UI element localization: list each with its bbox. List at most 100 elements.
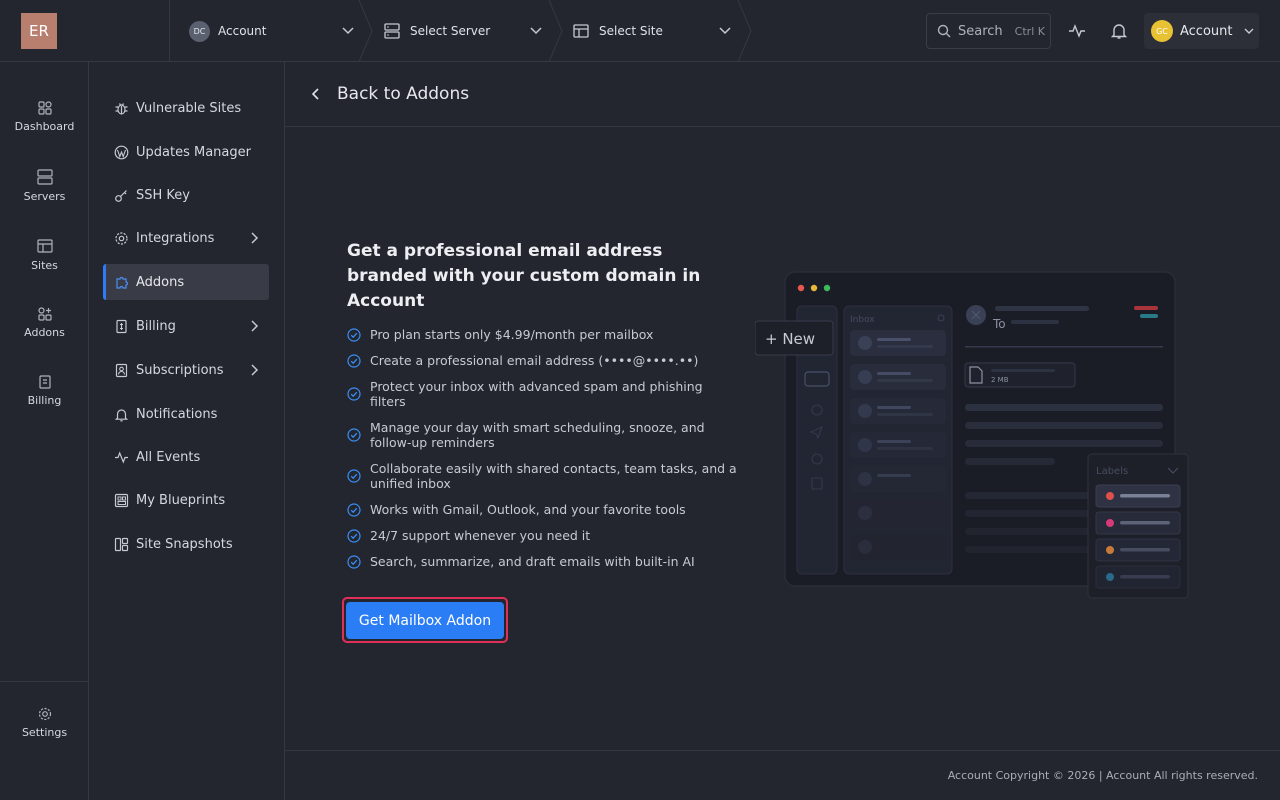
sidebar-item-updates-manager[interactable]: Updates Manager (103, 134, 269, 170)
key-icon (113, 187, 129, 203)
sidebar-item-label: My Blueprints (136, 492, 226, 508)
sidebar: Vulnerable Sites Updates Manager SSH Key… (89, 62, 285, 800)
chevron-down-icon[interactable] (340, 22, 356, 38)
feature-text: Protect your inbox with advanced spam an… (370, 379, 703, 409)
feature-text: Search, summarize, and draft emails with… (370, 554, 695, 569)
feature-text: Create a professional email address (•••… (370, 353, 699, 368)
label-color-swatch (1106, 492, 1114, 500)
sidebar-item-label: Subscriptions (136, 362, 224, 378)
sidebar-item-label: Vulnerable Sites (136, 100, 242, 116)
gear-icon (38, 707, 51, 721)
check-circle-icon (347, 529, 361, 543)
sidebar-item-subscriptions[interactable]: Subscriptions (103, 352, 269, 388)
window-dot-icon (797, 284, 805, 292)
billing-icon (38, 375, 51, 389)
footer: Account Copyright © 2026 | Account All r… (285, 750, 1280, 800)
new-button-label: + New (765, 330, 815, 348)
sidebar-item-site-snapshots[interactable]: Site Snapshots (103, 526, 269, 562)
wordpress-icon (113, 144, 129, 160)
rail-item-settings[interactable]: Settings (0, 706, 89, 739)
get-mailbox-addon-button[interactable]: Get Mailbox Addon (346, 602, 504, 639)
site-icon (571, 21, 591, 41)
sidebar-item-notifications[interactable]: Notifications (103, 396, 269, 432)
site-crumb[interactable]: Select Site (571, 0, 731, 62)
search-shortcut: Ctrl K (1014, 24, 1045, 38)
feature-text: Pro plan starts only $4.99/month per mai… (370, 327, 654, 342)
activity-icon[interactable] (1067, 21, 1087, 41)
labels-title: Labels (1096, 466, 1128, 477)
rail-label: Sites (31, 259, 58, 272)
rail-item-servers[interactable]: Servers (0, 168, 89, 203)
rail-label: Addons (24, 326, 65, 339)
list-item: Works with Gmail, Outlook, and your favo… (347, 502, 737, 517)
list-item: Collaborate easily with shared contacts,… (347, 461, 737, 491)
sidebar-item-ssh-key[interactable]: SSH Key (103, 177, 269, 213)
chevron-down-icon[interactable] (717, 22, 733, 38)
chevron-left-icon (311, 88, 319, 100)
bell-icon[interactable] (1109, 21, 1129, 41)
list-item: Protect your inbox with advanced spam an… (347, 379, 737, 409)
rail-item-addons[interactable]: Addons (0, 306, 89, 339)
receipt-icon (113, 318, 129, 334)
divider (0, 681, 89, 682)
main-content: Back to Addons Get a professional email … (285, 62, 1280, 800)
list-item: 24/7 support whenever you need it (347, 528, 737, 543)
back-to-addons-link[interactable]: Back to Addons (285, 62, 1280, 127)
account-menu-button[interactable]: GC Account (1144, 13, 1259, 49)
account-crumb[interactable]: DC Account (189, 0, 359, 62)
sidebar-item-vulnerable-sites[interactable]: Vulnerable Sites (103, 90, 269, 126)
list-item: Manage your day with smart scheduling, s… (347, 420, 737, 450)
sidebar-item-billing[interactable]: Billing (103, 308, 269, 344)
site-crumb-label: Select Site (599, 24, 663, 38)
sidebar-item-label: Integrations (136, 230, 215, 246)
sidebar-item-addons[interactable]: Addons (103, 264, 269, 300)
rail-item-sites[interactable]: Sites (0, 237, 89, 272)
chevron-down-icon (1244, 28, 1253, 34)
to-label: To (992, 317, 1006, 331)
sidebar-item-label: All Events (136, 449, 201, 465)
server-icon (382, 21, 402, 41)
app-logo[interactable]: ER (21, 13, 57, 49)
search-button[interactable]: Search Ctrl K (926, 13, 1051, 49)
rail-label: Billing (27, 394, 62, 407)
gear-icon (113, 230, 129, 246)
sidebar-item-label: Notifications (136, 406, 218, 422)
rail-item-billing[interactable]: Billing (0, 374, 89, 407)
rail-item-dashboard[interactable]: Dashboard (0, 100, 89, 133)
icon-rail: Dashboard Servers Sites Addons Billing S… (0, 62, 89, 800)
sidebar-item-my-blueprints[interactable]: My Blueprints (103, 482, 269, 518)
chevron-down-icon[interactable] (528, 22, 544, 38)
feature-text: Works with Gmail, Outlook, and your favo… (370, 502, 686, 517)
label-color-swatch (1106, 546, 1114, 554)
rail-label: Settings (21, 726, 68, 739)
search-icon (937, 24, 951, 38)
sidebar-item-integrations[interactable]: Integrations (103, 220, 269, 256)
avatar: DC (189, 20, 210, 42)
sidebar-item-label: Billing (136, 318, 176, 334)
bell-icon (113, 406, 129, 422)
window-dot-icon (823, 284, 831, 292)
label-color-swatch (1106, 519, 1114, 527)
top-bar: ER DC Account Select Server Select Site … (0, 0, 1280, 62)
inbox-label: Inbox (850, 315, 875, 325)
mailbox-illustration: Inbox To 2 MB + New Labels (755, 271, 1189, 599)
feature-list: Pro plan starts only $4.99/month per mai… (347, 327, 737, 580)
feature-text: Collaborate easily with shared contacts,… (370, 461, 737, 491)
puzzle-icon (113, 274, 129, 290)
divider (169, 0, 170, 62)
sidebar-item-all-events[interactable]: All Events (103, 439, 269, 475)
attachment-size: 2 MB (991, 376, 1009, 384)
check-circle-icon (347, 387, 361, 401)
account-menu-label: Account (1180, 23, 1233, 39)
check-circle-icon (347, 503, 361, 517)
footer-text: Account Copyright © 2026 | Account All r… (947, 769, 1258, 782)
subscription-icon (113, 362, 129, 378)
search-label: Search (958, 23, 1003, 39)
activity-icon (113, 449, 129, 465)
list-item: Create a professional email address (•••… (347, 353, 737, 368)
breadcrumb-separator-icon (358, 0, 373, 62)
avatar: GC (1151, 20, 1173, 42)
breadcrumb-separator-icon (737, 0, 752, 62)
server-crumb[interactable]: Select Server (382, 0, 542, 62)
dashboard-icon (37, 101, 52, 115)
